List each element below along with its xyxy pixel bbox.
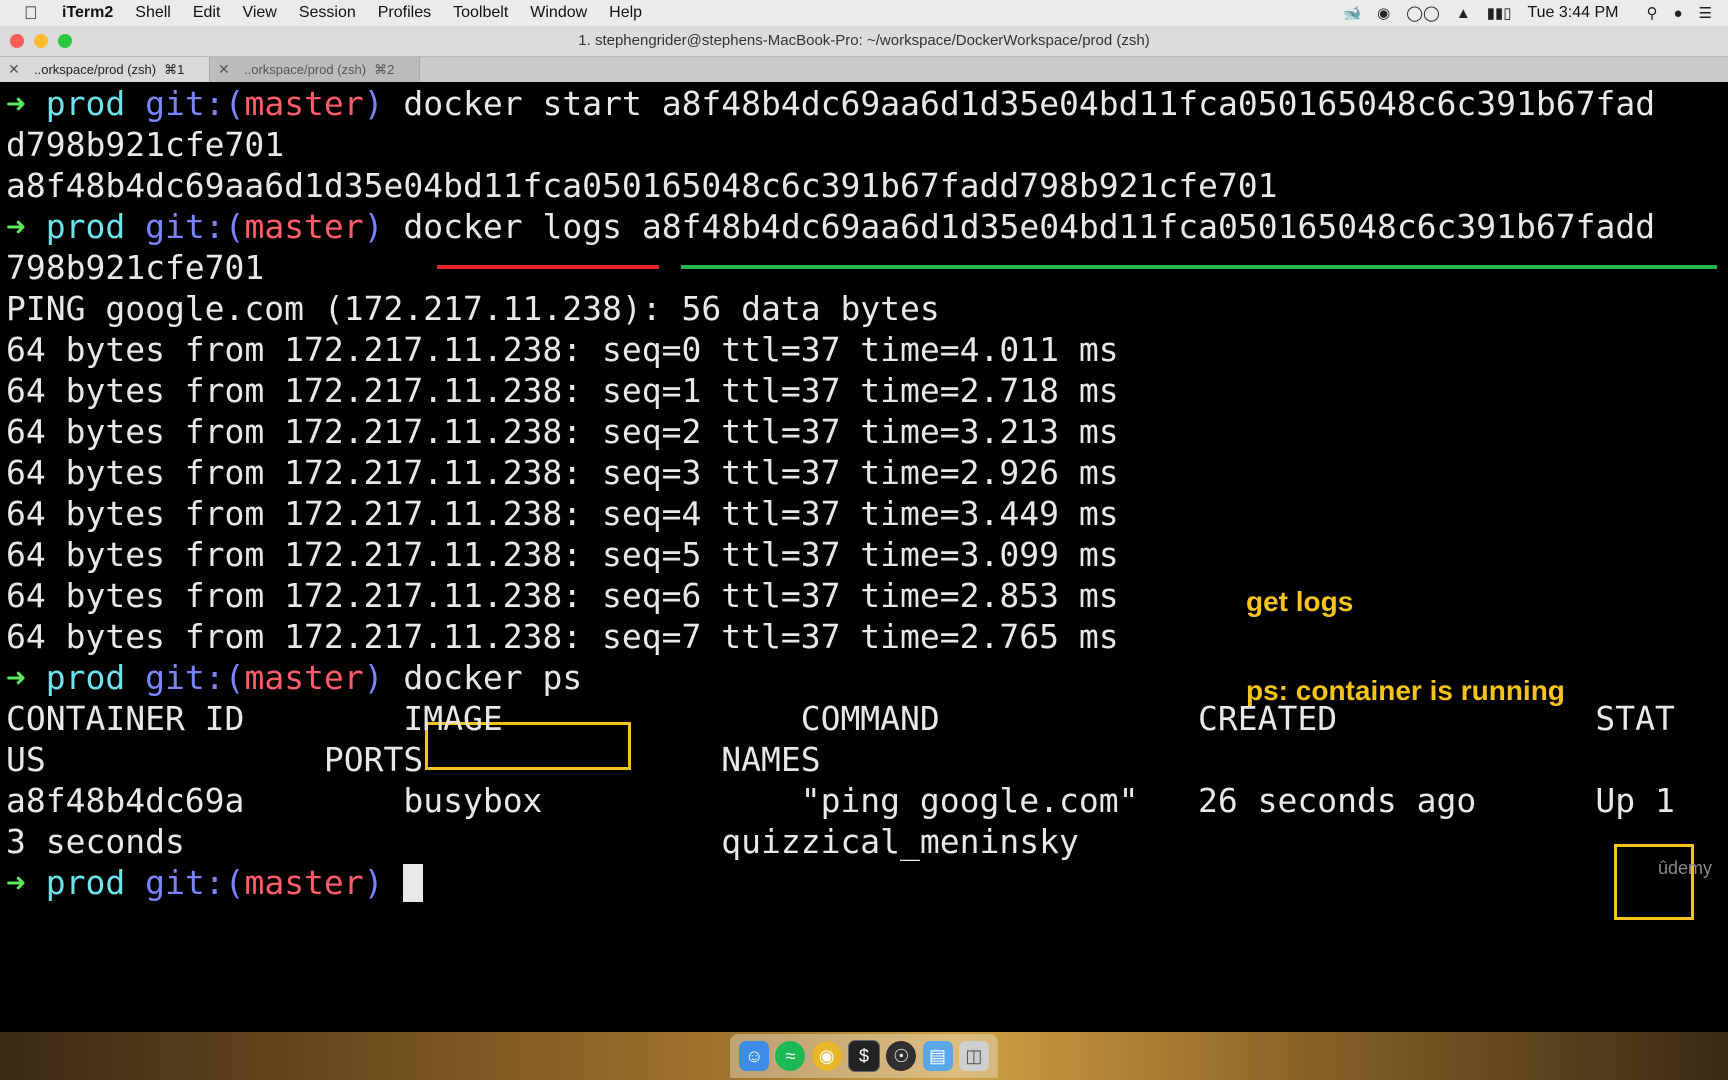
notification-center-icon[interactable]: ☰ — [1699, 4, 1712, 22]
prompt-git: git:( — [145, 658, 245, 697]
container-id-argument: a8f48b4dc69aa6d1d35e04bd11fca050165048c6… — [641, 207, 1656, 246]
wifi-icon[interactable]: ▲ — [1456, 5, 1471, 22]
log-line: 64 bytes from 172.217.11.238: seq=5 ttl=… — [6, 535, 1119, 574]
ps-header-wrap: US PORTS NAMES — [6, 740, 821, 779]
menu-view[interactable]: View — [242, 4, 276, 22]
annotation-ps-running: ps: container is running — [1246, 675, 1565, 706]
glasses-icon[interactable]: ◯◯ — [1406, 4, 1440, 22]
window-title: 1. stephengrider@stephens-MacBook-Pro: ~… — [578, 32, 1150, 49]
prompt-git-close: ) — [363, 863, 384, 902]
container-status-tail: 1 — [1635, 781, 1675, 820]
container-status: Up — [1595, 781, 1636, 820]
menu-edit[interactable]: Edit — [193, 4, 221, 22]
tab-title: ..orkspace/prod (zsh) — [244, 62, 367, 77]
prompt-arrow-icon: ➜ — [6, 207, 26, 246]
prompt-branch: master — [244, 207, 364, 246]
creative-cloud-icon[interactable]: ◉ — [1377, 4, 1390, 22]
trash-icon[interactable]: ◫ — [958, 1041, 989, 1071]
prompt-branch: master — [244, 84, 364, 123]
terminal-output[interactable]: ➜ prod git:(master) docker start a8f48b4… — [0, 82, 1728, 1032]
tab-close-icon[interactable]: ✕ — [218, 61, 232, 78]
dock: ☺ ≈ ◉ $ ☉ ▤ ◫ — [730, 1034, 998, 1078]
prompt-line: ➜ prod git:(master) — [6, 861, 424, 905]
macos-menu-bar:  iTerm2 Shell Edit View Session Profile… — [0, 0, 1728, 26]
tab-title: ..orkspace/prod (zsh) — [34, 62, 157, 77]
container-id-underline — [681, 265, 1717, 269]
command-text: docker start a8f48b4dc69aa6d1d35e04bd11f… — [403, 84, 1656, 123]
command-wrap: 798b921cfe701 — [6, 248, 265, 287]
window-title-bar[interactable]: 1. stephengrider@stephens-MacBook-Pro: ~… — [0, 26, 1728, 57]
menu-bar-clock[interactable]: Tue 3:44 PM — [1527, 4, 1618, 22]
log-line: 64 bytes from 172.217.11.238: seq=4 ttl=… — [6, 494, 1119, 533]
menu-help[interactable]: Help — [609, 4, 642, 22]
prompt-arrow-icon: ➜ — [6, 84, 26, 123]
prompt-branch: master — [244, 658, 364, 697]
ps-row-fields: a8f48b4dc69a busybox "ping google.com" 2… — [6, 781, 1596, 820]
prompt-dir: prod — [45, 207, 126, 246]
ps-row-wrap: 3 seconds quizzical_meninsky — [6, 822, 1079, 861]
spotlight-search-icon[interactable]: ⚲ — [1646, 4, 1657, 22]
log-line: PING google.com (172.217.11.238): 56 dat… — [6, 289, 940, 328]
log-line: 64 bytes from 172.217.11.238: seq=3 ttl=… — [6, 453, 1119, 492]
docker-ps-command: docker ps — [403, 658, 583, 697]
log-line: 64 bytes from 172.217.11.238: seq=7 ttl=… — [6, 617, 1119, 656]
prompt-git-close: ) — [363, 84, 384, 123]
siri-icon[interactable]: ● — [1673, 5, 1682, 22]
menu-window[interactable]: Window — [530, 4, 587, 22]
log-line: 64 bytes from 172.217.11.238: seq=6 ttl=… — [6, 576, 1119, 615]
terminal-icon[interactable]: $ — [847, 1040, 880, 1072]
apple-logo-icon[interactable]:  — [24, 3, 44, 24]
tab-2[interactable]: ✕ ..orkspace/prod (zsh) ⌘2 — [210, 57, 420, 82]
prompt-dir: prod — [45, 658, 126, 697]
prompt-dir: prod — [45, 84, 126, 123]
docker-icon[interactable]: 🐋 — [1342, 4, 1361, 22]
spotify-icon[interactable]: ≈ — [775, 1041, 806, 1071]
menu-session[interactable]: Session — [299, 4, 356, 22]
tab-shortcut: ⌘1 — [164, 61, 185, 77]
docker-logs-underline — [437, 265, 659, 269]
terminal-cursor[interactable] — [403, 863, 424, 902]
docker-logs-command: docker logs — [403, 207, 622, 246]
tab-bar: ✕ ..orkspace/prod (zsh) ⌘1 ✕ ..orkspace/… — [0, 57, 1728, 82]
tab-1[interactable]: ✕ ..orkspace/prod (zsh) ⌘1 — [0, 57, 210, 82]
finder-icon[interactable]: ☺ — [739, 1041, 770, 1071]
prompt-dir: prod — [45, 863, 126, 902]
prompt-git: git:( — [145, 84, 245, 123]
menu-toolbelt[interactable]: Toolbelt — [453, 4, 508, 22]
prompt-branch: master — [244, 863, 364, 902]
log-line: 64 bytes from 172.217.11.238: seq=0 ttl=… — [6, 330, 1119, 369]
log-line: 64 bytes from 172.217.11.238: seq=1 ttl=… — [6, 371, 1119, 410]
prompt-line: ➜ prod git:(master) docker ps — [6, 656, 582, 700]
udemy-watermark: ûdemy — [1657, 858, 1712, 878]
ps-row: a8f48b4dc69a busybox "ping google.com" 2… — [6, 779, 1675, 823]
prompt-arrow-icon: ➜ — [6, 658, 26, 697]
folder-icon[interactable]: ▤ — [922, 1041, 953, 1071]
command-wrap: d798b921cfe701 — [6, 125, 285, 164]
annotation-get-logs: get logs — [1246, 586, 1354, 617]
prompt-line: ➜ prod git:(master) docker start a8f48b4… — [6, 82, 1655, 126]
tab-close-icon[interactable]: ✕ — [8, 61, 22, 78]
log-line: 64 bytes from 172.217.11.238: seq=2 ttl=… — [6, 412, 1119, 451]
chrome-icon[interactable]: ◉ — [811, 1041, 842, 1071]
prompt-line: ➜ prod git:(master) docker logs a8f48b4d… — [6, 205, 1655, 249]
prompt-git-close: ) — [363, 658, 384, 697]
obs-icon[interactable]: ☉ — [886, 1041, 917, 1071]
prompt-git: git:( — [145, 863, 245, 902]
menu-profiles[interactable]: Profiles — [378, 4, 431, 22]
menu-shell[interactable]: Shell — [135, 4, 171, 22]
menu-app-iterm2[interactable]: iTerm2 — [62, 4, 113, 22]
prompt-git: git:( — [145, 207, 245, 246]
tab-shortcut: ⌘2 — [374, 61, 395, 77]
battery-icon[interactable]: ▮▮▯ — [1487, 4, 1512, 22]
prompt-git-close: ) — [363, 207, 384, 246]
prompt-arrow-icon: ➜ — [6, 863, 26, 902]
command-output: a8f48b4dc69aa6d1d35e04bd11fca050165048c6… — [6, 166, 1278, 205]
status-up-highlight — [1614, 844, 1694, 920]
